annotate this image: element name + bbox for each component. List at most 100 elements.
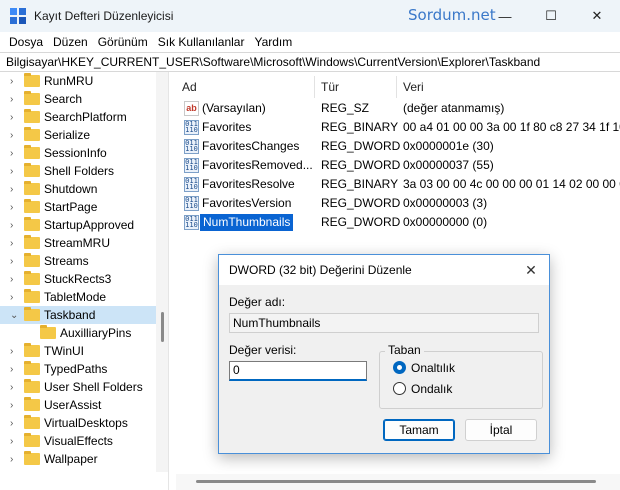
chevron-right-icon[interactable]: › xyxy=(10,130,18,141)
chevron-right-icon[interactable]: › xyxy=(10,292,18,303)
tree-item[interactable]: › TabletMode xyxy=(0,288,168,306)
value-row[interactable]: ab (Varsayılan) REG_SZ (değer atanmamış) xyxy=(176,99,620,118)
dialog-title: DWORD (32 bit) Değerini Düzenle xyxy=(229,263,412,277)
chevron-right-icon[interactable]: › xyxy=(10,202,18,213)
tree-item[interactable]: › SessionInfo xyxy=(0,144,168,162)
value-row[interactable]: 011 110 FavoritesRemoved... REG_DWORD 0x0000… xyxy=(176,156,620,175)
chevron-right-icon[interactable]: › xyxy=(10,382,18,393)
value-name: FavoritesResolve xyxy=(202,177,295,191)
menu-yardim[interactable]: Yardım xyxy=(249,35,297,49)
chevron-right-icon[interactable]: › xyxy=(10,274,18,285)
tree-item[interactable]: › TWinUI xyxy=(0,342,168,360)
tree-item[interactable]: › StartPage xyxy=(0,198,168,216)
hex-radio-label[interactable]: Onaltılık xyxy=(411,361,455,375)
hscroll-thumb[interactable] xyxy=(196,480,596,483)
maximize-button[interactable]: ☐ xyxy=(528,0,574,32)
value-name-label: Değer adı: xyxy=(229,295,286,309)
value-data: 3a 03 00 00 4c 00 00 00 01 14 02 00 00 0… xyxy=(403,177,620,191)
registry-tree[interactable]: › RunMRU › Search › SearchPlatform › Serialize ›… xyxy=(0,72,168,490)
title-bar: Kayıt Defteri Düzenleyicisi Sordum.net —… xyxy=(0,0,620,32)
minimize-button[interactable]: — xyxy=(482,0,528,32)
chevron-right-icon[interactable]: › xyxy=(10,76,18,87)
value-type: REG_SZ xyxy=(321,101,370,115)
chevron-right-icon[interactable]: › xyxy=(10,400,18,411)
value-row[interactable]: 011 110 Favorites REG_BINARY 00 a4 01 00 00 … xyxy=(176,118,620,137)
dialog-close-button[interactable]: ✕ xyxy=(521,261,541,279)
tree-item[interactable]: › Serialize xyxy=(0,126,168,144)
value-type: REG_DWORD xyxy=(321,196,401,210)
tree-item-label: Streams xyxy=(44,254,89,268)
dec-radio[interactable] xyxy=(393,382,406,395)
folder-icon xyxy=(24,415,40,429)
value-type: REG_BINARY xyxy=(321,177,399,191)
value-row[interactable]: 011 110 FavoritesChanges REG_DWORD 0x0000001… xyxy=(176,137,620,156)
menu-gorunum[interactable]: Görünüm xyxy=(93,35,153,49)
tree-item[interactable]: › User Shell Folders xyxy=(0,378,168,396)
close-button[interactable]: ✕ xyxy=(574,0,620,32)
chevron-right-icon[interactable]: › xyxy=(10,436,18,447)
address-bar[interactable]: Bilgisayar\HKEY_CURRENT_USER\Software\Mi… xyxy=(0,52,620,72)
tree-item[interactable]: › VisualEffects xyxy=(0,432,168,450)
binary-value-icon: 011 110 xyxy=(184,120,199,135)
menu-dosya[interactable]: Dosya xyxy=(4,35,48,49)
tree-item[interactable]: › Wallpaper xyxy=(0,450,168,468)
chevron-right-icon[interactable]: › xyxy=(10,220,18,231)
tree-scroll-thumb[interactable] xyxy=(161,312,164,342)
value-data: 0x00000003 (3) xyxy=(403,196,488,210)
tree-item[interactable]: › RunMRU xyxy=(0,72,168,90)
value-name-field: NumThumbnails xyxy=(229,313,539,333)
tree-item[interactable]: › Streams xyxy=(0,252,168,270)
hex-radio[interactable] xyxy=(393,361,406,374)
tree-item-label: VirtualDesktops xyxy=(44,416,128,430)
tree-item[interactable]: › StreamMRU xyxy=(0,234,168,252)
tree-item[interactable]: ⌄ Taskband xyxy=(0,306,168,324)
column-header-name[interactable]: Ad xyxy=(176,76,315,98)
tree-item[interactable]: › UserAssist xyxy=(0,396,168,414)
chevron-right-icon[interactable]: › xyxy=(10,148,18,159)
chevron-right-icon[interactable]: › xyxy=(10,418,18,429)
value-type: REG_DWORD xyxy=(321,139,401,153)
tree-item[interactable]: › VirtualDesktops xyxy=(0,414,168,432)
chevron-right-icon[interactable]: › xyxy=(10,166,18,177)
value-name: FavoritesRemoved... xyxy=(202,158,313,172)
chevron-right-icon[interactable]: › xyxy=(10,364,18,375)
value-data-label: Değer verisi: xyxy=(229,343,297,357)
value-data: 00 a4 01 00 00 3a 00 1f 80 c8 27 34 1f 1… xyxy=(403,120,620,134)
cancel-button[interactable]: İptal xyxy=(465,419,537,441)
chevron-right-icon[interactable]: › xyxy=(10,346,18,357)
chevron-right-icon[interactable]: › xyxy=(10,454,18,465)
chevron-down-icon[interactable]: ⌄ xyxy=(10,310,18,321)
value-data-input[interactable]: 0 xyxy=(229,361,367,381)
tree-item-label: User Shell Folders xyxy=(44,380,143,394)
chevron-right-icon[interactable]: › xyxy=(10,112,18,123)
tree-item[interactable]: › Search xyxy=(0,90,168,108)
chevron-right-icon[interactable]: › xyxy=(10,238,18,249)
value-row[interactable]: 011 110 FavoritesResolve REG_BINARY 3a 03 00… xyxy=(176,175,620,194)
value-type: REG_DWORD xyxy=(321,158,401,172)
tree-scrollbar[interactable] xyxy=(156,72,168,472)
chevron-right-icon[interactable]: › xyxy=(10,256,18,267)
binary-value-icon: 011 110 xyxy=(184,139,199,154)
column-header-type[interactable]: Tür xyxy=(315,76,397,98)
list-horizontal-scrollbar[interactable] xyxy=(176,474,620,490)
value-row[interactable]: 011 110 NumThumbnails REG_DWORD 0x00000000 (… xyxy=(176,213,620,232)
tree-item[interactable]: › Shutdown xyxy=(0,180,168,198)
dec-radio-label[interactable]: Ondalık xyxy=(411,382,452,396)
tree-item[interactable]: › StuckRects3 xyxy=(0,270,168,288)
menu-sik-kullanilanlar[interactable]: Sık Kullanılanlar xyxy=(153,35,250,49)
tree-item[interactable]: AuxilliaryPins xyxy=(0,324,168,342)
value-name: FavoritesVersion xyxy=(202,196,292,210)
tree-item[interactable]: › StartupApproved xyxy=(0,216,168,234)
chevron-right-icon[interactable]: › xyxy=(10,184,18,195)
column-header-data[interactable]: Veri xyxy=(397,76,620,98)
tree-item[interactable]: › Shell Folders xyxy=(0,162,168,180)
pane-splitter[interactable] xyxy=(168,72,176,490)
chevron-right-icon[interactable]: › xyxy=(10,94,18,105)
ok-button[interactable]: Tamam xyxy=(383,419,455,441)
tree-item[interactable]: › TypedPaths xyxy=(0,360,168,378)
value-type: REG_DWORD xyxy=(321,215,401,229)
tree-item[interactable]: › SearchPlatform xyxy=(0,108,168,126)
menu-duzen[interactable]: Düzen xyxy=(48,35,93,49)
value-row[interactable]: 011 110 FavoritesVersion REG_DWORD 0x0000000… xyxy=(176,194,620,213)
tree-item-label: SessionInfo xyxy=(44,146,107,160)
